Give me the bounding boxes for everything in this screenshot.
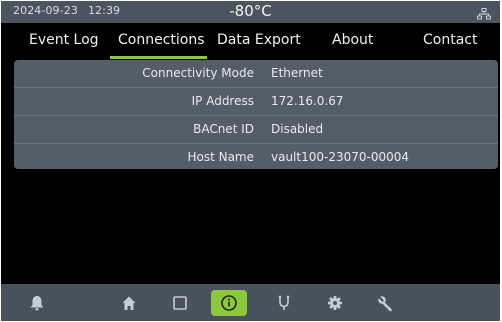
tab-bar: Event Log Connections Data Export About … [1, 23, 500, 59]
status-bar: 2024-09-23 12:39 -80°C [1, 1, 500, 23]
device-screen: 2024-09-23 12:39 -80°C Event Log Connecti… [1, 1, 500, 321]
square-icon[interactable] [168, 291, 192, 315]
home-icon[interactable] [117, 291, 141, 315]
bacnet-id-row: BACnet ID Disabled [14, 116, 498, 144]
row-label: Host Name [187, 150, 254, 164]
tab-event-log[interactable]: Event Log [29, 32, 99, 48]
active-tab-indicator [110, 56, 207, 59]
info-icon[interactable] [211, 290, 247, 316]
row-label: IP Address [191, 94, 254, 108]
row-value: 172.16.0.67 [271, 94, 344, 108]
row-value: Disabled [271, 122, 324, 136]
row-label: Connectivity Mode [142, 66, 254, 80]
bottom-nav [1, 284, 500, 321]
connectivity-mode-row: Connectivity Mode Ethernet [14, 60, 498, 88]
temperature-readout: -80°C [229, 2, 272, 20]
row-label: BACnet ID [193, 122, 254, 136]
host-name-row: Host Name vault100-23070-00004 [14, 144, 498, 169]
tab-contact[interactable]: Contact [423, 32, 477, 48]
probe-icon[interactable] [272, 291, 296, 315]
wrench-icon[interactable] [373, 291, 397, 315]
tab-data-export[interactable]: Data Export [217, 32, 301, 48]
tab-connections[interactable]: Connections [118, 32, 205, 48]
connections-panel: Connectivity Mode Ethernet IP Address 17… [14, 60, 498, 169]
network-icon [477, 5, 491, 24]
row-value: Ethernet [271, 66, 323, 80]
row-value: vault100-23070-00004 [271, 150, 410, 164]
tab-about[interactable]: About [332, 32, 373, 48]
alarm-bell-icon[interactable] [25, 291, 49, 315]
gear-icon[interactable] [323, 291, 347, 315]
ip-address-row: IP Address 172.16.0.67 [14, 88, 498, 116]
